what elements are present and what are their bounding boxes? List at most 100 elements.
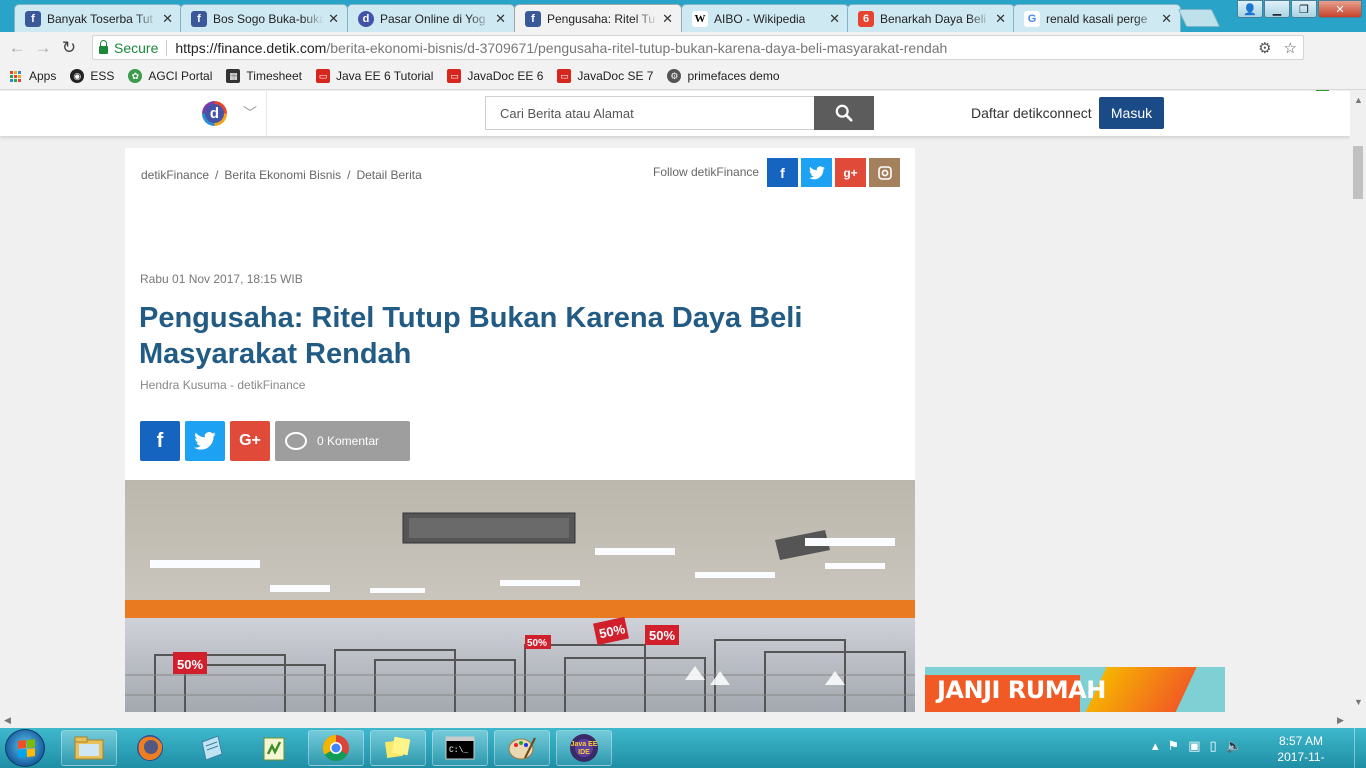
back-button[interactable]: ←	[4, 35, 30, 61]
close-icon[interactable]: ✕	[829, 11, 840, 27]
windows-logo-icon	[18, 739, 35, 758]
divider	[166, 39, 168, 56]
follow-instagram-icon[interactable]	[869, 158, 900, 187]
secure-label: Secure	[114, 39, 159, 56]
google-icon: G	[1024, 10, 1040, 27]
show-desktop-button[interactable]	[1354, 728, 1366, 768]
browser-tab[interactable]: W AIBO - Wikipedia ✕	[681, 4, 849, 32]
system-clock[interactable]: 8:57 AM 2017-11-02	[1276, 733, 1326, 768]
login-button[interactable]: Masuk	[1099, 97, 1164, 129]
breadcrumb-item[interactable]: Detail Berita	[356, 168, 421, 182]
volume-icon[interactable]: 🔈	[1226, 738, 1242, 754]
new-tab-button[interactable]	[1177, 9, 1221, 27]
action-center-icon[interactable]: ⚑	[1168, 738, 1180, 754]
bookmark-timesheet[interactable]: ▦ Timesheet	[226, 69, 302, 83]
taskbar-java-ee-ide[interactable]: Java EE IDE	[556, 730, 612, 766]
tab-title: Banyak Toserba Tut	[47, 11, 153, 26]
paint-icon	[508, 737, 536, 760]
share-facebook-button[interactable]: f	[140, 421, 180, 461]
detik-logo[interactable]: d	[202, 101, 227, 126]
bookmark-java-ee-tutorial[interactable]: ▭ Java EE 6 Tutorial	[315, 69, 433, 83]
close-icon[interactable]: ✕	[328, 11, 339, 27]
google-plus-icon: G+	[239, 432, 261, 449]
user-icon[interactable]: 👤	[1237, 0, 1263, 18]
search-input[interactable]: Cari Berita atau Alamat	[485, 96, 815, 130]
follow-facebook-icon[interactable]: f	[767, 158, 798, 187]
breadcrumb-separator: /	[215, 168, 219, 182]
bookmark-label: JavaDoc SE 7	[577, 69, 654, 83]
horizontal-scrollbar[interactable]: ◀ ▶	[0, 712, 1350, 728]
bookmark-apps[interactable]: Apps	[10, 69, 56, 83]
chevron-down-icon[interactable]: ﹀	[243, 103, 257, 123]
article-author: Hendra Kusuma - detikFinance	[140, 378, 306, 392]
ad-banner[interactable]: JANJI RUMAH	[925, 667, 1225, 712]
taskbar-cmd[interactable]: C:\_	[432, 730, 488, 766]
forward-button[interactable]: →	[30, 35, 56, 61]
bookmark-javadoc-ee[interactable]: ▭ JavaDoc EE 6	[447, 69, 543, 83]
address-bar[interactable]: Secure https://finance.detik.com/berita-…	[92, 35, 1304, 60]
follow-twitter-icon[interactable]	[801, 158, 832, 187]
vertical-scrollbar[interactable]: ▲ ▼	[1350, 91, 1366, 712]
start-button[interactable]	[5, 729, 45, 767]
breadcrumb-item[interactable]: Berita Ekonomi Bisnis	[224, 168, 341, 182]
browser-tab[interactable]: G renald kasali perge ✕	[1013, 4, 1181, 32]
taskbar-chrome[interactable]	[308, 730, 364, 766]
browser-tab-active[interactable]: f Pengusaha: Ritel Tu ✕	[514, 4, 682, 32]
network-icon[interactable]: ▯	[1209, 738, 1216, 754]
bookmark-agci[interactable]: ✿ AGCI Portal	[128, 69, 212, 83]
devices-icon[interactable]: ▣	[1188, 738, 1200, 754]
bookmark-label: AGCI Portal	[148, 69, 213, 83]
share-twitter-button[interactable]	[185, 421, 225, 461]
search-button[interactable]	[814, 96, 874, 130]
maximize-button[interactable]: ❐	[1291, 0, 1317, 18]
scroll-right-icon[interactable]: ▶	[1337, 715, 1344, 726]
cmd-icon: C:\_	[445, 736, 475, 760]
browser-tab[interactable]: 6 Benarkah Daya Beli ✕	[847, 4, 1015, 32]
browser-tab[interactable]: f Banyak Toserba Tut ✕	[14, 4, 182, 32]
taskbar-paint[interactable]	[494, 730, 550, 766]
browser-tab[interactable]: f Bos Sogo Buka-buka ✕	[180, 4, 348, 32]
close-icon[interactable]: ✕	[662, 11, 673, 27]
breadcrumb-item[interactable]: detikFinance	[141, 168, 209, 182]
taskbar-explorer[interactable]	[61, 730, 117, 766]
close-icon[interactable]: ✕	[495, 11, 506, 27]
svg-text:Java EE: Java EE	[571, 741, 598, 748]
share-gplus-button[interactable]: G+	[230, 421, 270, 461]
bookmark-star-icon[interactable]: ☆	[1284, 39, 1297, 57]
window-controls: 👤 ▁ ❐ ✕	[1236, 0, 1362, 18]
bookmark-javadoc-se[interactable]: ▭ JavaDoc SE 7	[557, 69, 653, 83]
tab-title: Pengusaha: Ritel Tu	[547, 11, 656, 26]
bookmark-label: Apps	[29, 69, 57, 83]
taskbar-notepadpp[interactable]	[246, 730, 302, 766]
show-hidden-icons[interactable]: ▴	[1152, 738, 1159, 754]
scrollbar-thumb[interactable]	[1353, 146, 1363, 199]
taskbar-sticky-notes[interactable]	[370, 730, 426, 766]
search-icon	[835, 104, 853, 122]
register-link[interactable]: Daftar detikconnect	[971, 105, 1092, 121]
browser-tab[interactable]: d Pasar Online di Yog ✕	[347, 4, 515, 32]
reload-button[interactable]: ↻	[56, 35, 82, 61]
close-window-button[interactable]: ✕	[1318, 0, 1362, 18]
close-icon[interactable]: ✕	[162, 11, 173, 27]
sticky-notes-icon	[384, 736, 411, 759]
scroll-left-icon[interactable]: ◀	[4, 715, 11, 726]
tab-title: Benarkah Daya Beli	[880, 11, 987, 26]
scroll-up-icon[interactable]: ▲	[1354, 95, 1363, 105]
breadcrumb: detikFinance / Berita Ekonomi Bisnis / D…	[141, 168, 422, 182]
bookmark-primefaces[interactable]: ⚙ primefaces demo	[667, 69, 780, 83]
close-icon[interactable]: ✕	[1161, 11, 1172, 27]
logo-letter: d	[205, 104, 224, 123]
close-icon[interactable]: ✕	[995, 11, 1006, 27]
facebook-icon: f	[191, 10, 207, 27]
follow-gplus-icon[interactable]: g+	[835, 158, 866, 187]
taskbar-firefox[interactable]	[122, 730, 178, 766]
comment-button[interactable]: 0 Komentar	[275, 421, 410, 461]
article-photo[interactable]: 50% 50% 50% 50%	[125, 480, 915, 712]
minimize-button[interactable]: ▁	[1264, 0, 1290, 18]
scroll-down-icon[interactable]: ▼	[1354, 697, 1363, 707]
clock-time: 8:57 AM	[1278, 734, 1324, 748]
bookmark-label: primefaces demo	[687, 69, 780, 83]
bookmark-ess[interactable]: ◉ ESS	[70, 69, 114, 83]
site-settings-icon[interactable]: ⚙	[1258, 39, 1271, 57]
taskbar-notepad[interactable]	[184, 730, 240, 766]
